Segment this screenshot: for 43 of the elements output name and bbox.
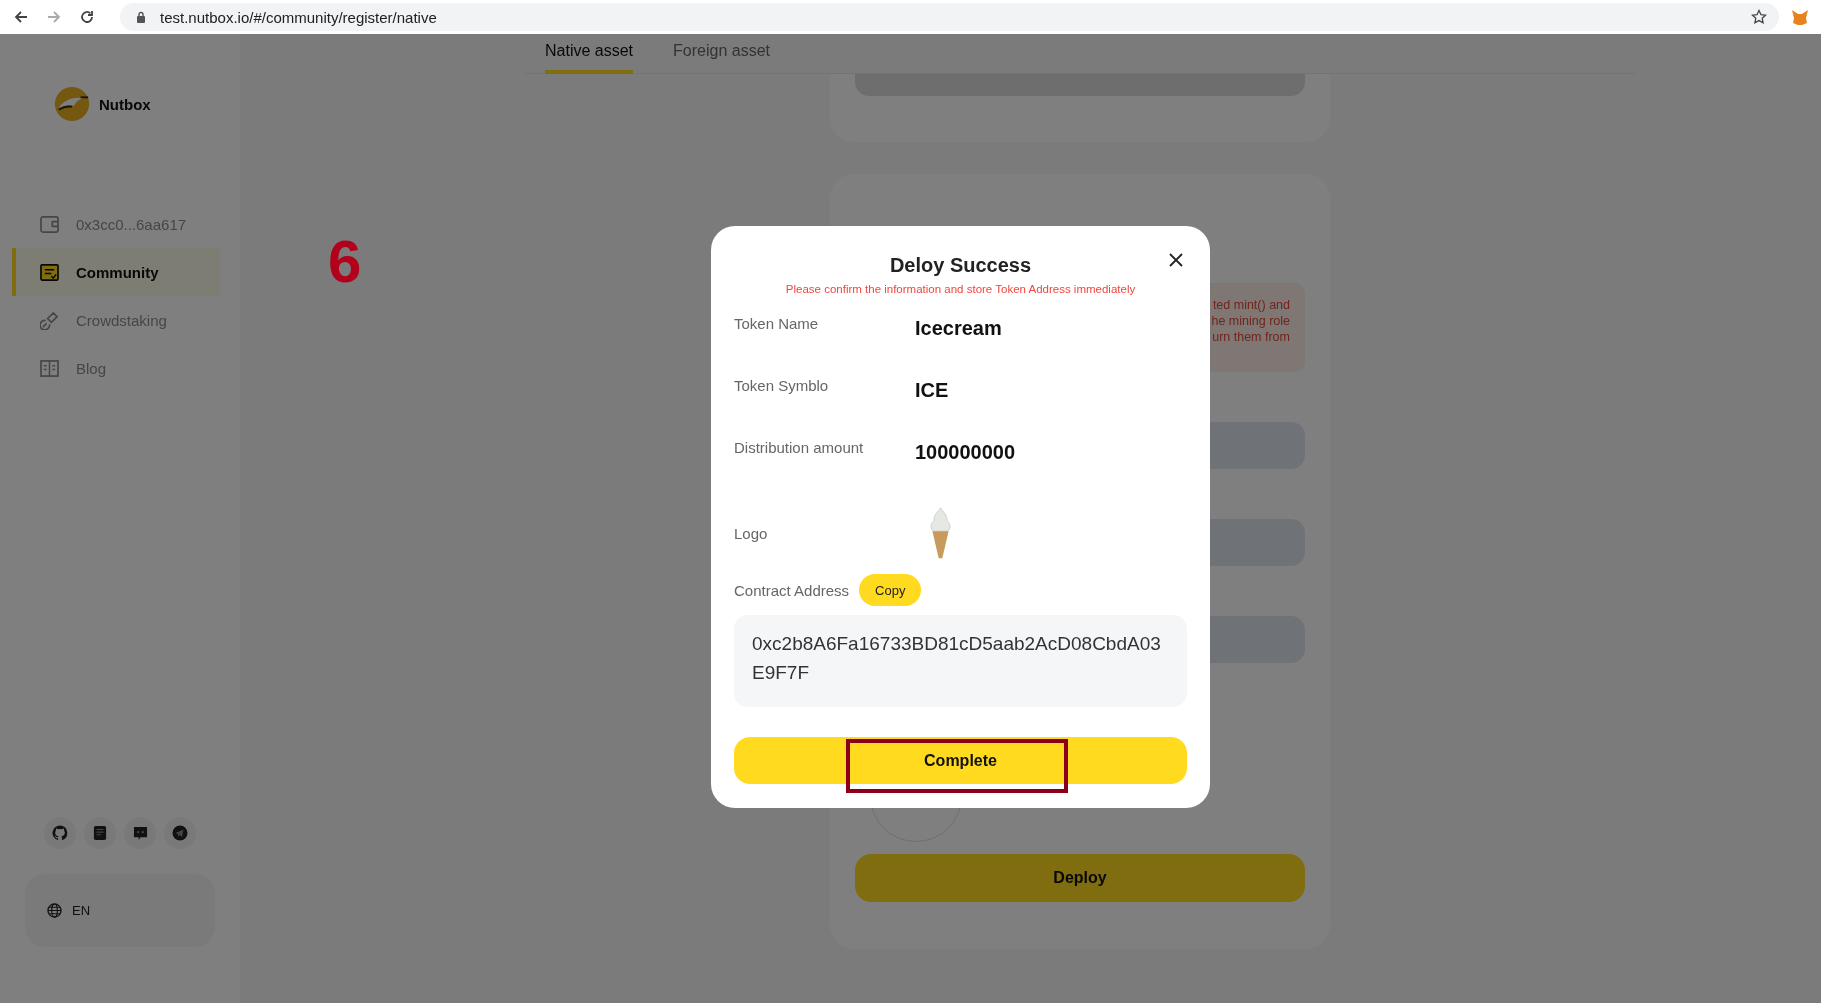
field-label: Token Name <box>734 315 820 332</box>
note-check-icon <box>40 263 59 281</box>
ice-cream-cone-drawing <box>927 505 954 561</box>
warning-text: ted mint() and he mining role urn them from <box>1211 297 1290 345</box>
field-value: Icecream <box>915 317 1002 340</box>
lock-icon <box>136 11 146 23</box>
asset-tab[interactable]: Foreign asset <box>673 34 770 74</box>
dialog-notice: Please confirm the information and store Token Address immediately <box>784 283 1137 295</box>
deploy-button[interactable]: Deploy <box>855 854 1305 902</box>
back-icon[interactable] <box>13 9 29 25</box>
brand-name: Nutbox <box>99 95 151 113</box>
close-icon[interactable] <box>1169 253 1183 267</box>
globe-icon <box>47 903 62 918</box>
contract-address-text: 0xc2b8A6Fa16733BD81cD5aab2AcD08CbdA03E9F7F <box>734 615 1187 707</box>
book-icon <box>40 359 59 377</box>
paper-plane-link-icon[interactable] <box>164 817 196 849</box>
asset-tab[interactable]: Native asset <box>545 34 634 74</box>
step-number: 6 <box>328 232 362 292</box>
chat-link-icon[interactable] <box>124 817 156 849</box>
field-label: Token Symblo <box>734 377 830 394</box>
field-label: Distribution amount <box>734 439 865 456</box>
field-label: Contract Address <box>734 581 850 599</box>
github-link-icon[interactable] <box>44 817 76 849</box>
sidebar-nav-item[interactable]: Community <box>12 248 220 296</box>
document-link-icon[interactable] <box>84 817 116 849</box>
field-value: ICE <box>915 379 949 402</box>
wallet-icon <box>40 215 59 233</box>
sidebar-nav-item[interactable]: Blog <box>12 344 220 392</box>
dialog-title: Deloy Success <box>888 254 1033 277</box>
nutbox-logo-icon <box>53 85 91 123</box>
copy-button[interactable]: Copy <box>859 574 922 606</box>
sidebar-nav-item[interactable]: 0x3cc0...6aa617 <box>12 200 220 248</box>
reload-icon[interactable] <box>79 9 95 25</box>
language-selector[interactable]: EN <box>25 874 215 947</box>
url-text: test.nutbox.io/#/community/register/native <box>160 8 437 26</box>
address-bar[interactable]: test.nutbox.io/#/community/register/native <box>120 3 1779 31</box>
sidebar-nav-item[interactable]: Crowdstaking <box>12 296 220 344</box>
rocket-icon <box>40 310 59 330</box>
bookmark-star-icon[interactable] <box>1751 9 1767 25</box>
field-value: 100000000 <box>915 441 1016 464</box>
fox-extension-icon[interactable] <box>1791 8 1809 26</box>
complete-button[interactable]: Complete <box>734 737 1187 784</box>
field-label: Logo <box>734 524 769 542</box>
